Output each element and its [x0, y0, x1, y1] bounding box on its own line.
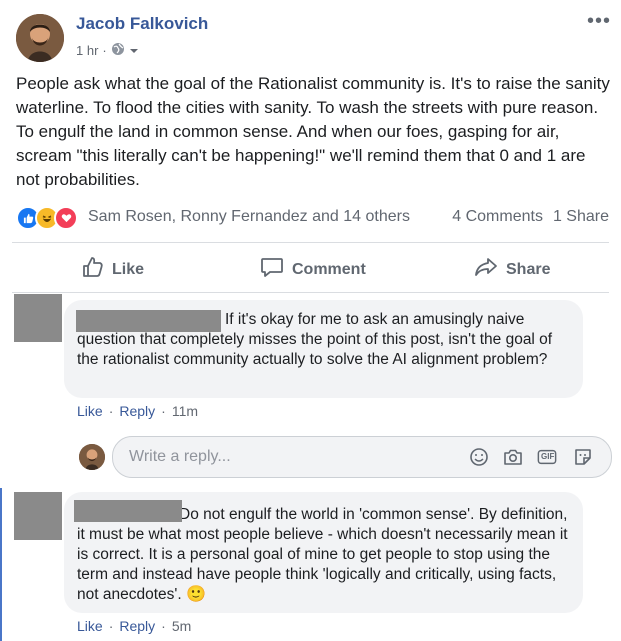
current-user-avatar[interactable]: [79, 444, 105, 470]
audience-chevron-down-icon[interactable]: [129, 43, 139, 58]
separator-dot: ·: [102, 43, 107, 58]
comments-count[interactable]: 4 Comments: [452, 208, 543, 226]
avatar-image: [16, 14, 64, 62]
comment-reply-link[interactable]: Reply: [119, 403, 155, 419]
comment-bubble: Do not engulf the world in 'common sense…: [64, 492, 583, 613]
author-name[interactable]: Jacob Falkovich: [76, 14, 208, 34]
gif-label: GIF: [541, 452, 555, 461]
post-meta: 1 hr ·: [76, 42, 139, 59]
post-text: People ask what the goal of the Rational…: [16, 74, 610, 189]
commenter-avatar-redacted[interactable]: [14, 294, 62, 342]
audience-globe-icon[interactable]: [111, 42, 125, 59]
emoji-smile-icon[interactable]: [469, 447, 489, 467]
shares-count[interactable]: 1 Share: [553, 208, 609, 226]
comment-reply-link[interactable]: Reply: [119, 618, 155, 634]
divider: [12, 242, 609, 243]
comment-time[interactable]: 5m: [172, 618, 191, 634]
comment-like-link[interactable]: Like: [77, 618, 103, 634]
comment-button[interactable]: Comment: [260, 256, 366, 283]
author-avatar[interactable]: [16, 14, 64, 62]
engagement-counts: 4 Comments 1 Share: [452, 208, 609, 226]
comment-actions: Like · Reply · 11m: [77, 403, 198, 419]
share-arrow-icon: [474, 256, 498, 283]
thread-highlight-bar: [0, 488, 2, 641]
commenter-name-redacted[interactable]: [76, 310, 221, 332]
speech-bubble-icon: [260, 256, 284, 283]
comment-button-label: Comment: [292, 260, 366, 278]
share-button-label: Share: [506, 260, 551, 278]
sticker-icon[interactable]: [573, 447, 593, 467]
separator-dot: ·: [108, 403, 114, 419]
smiley-emoji-icon: 🙂: [185, 586, 206, 603]
comment-actions: Like · Reply · 5m: [77, 618, 191, 634]
avatar-image: [79, 444, 105, 470]
comment-bubble: If it's okay for me to ask an amusingly …: [64, 300, 583, 398]
gif-icon[interactable]: GIF: [537, 447, 557, 467]
comment-like-link[interactable]: Like: [77, 403, 103, 419]
post-time[interactable]: 1 hr: [76, 43, 98, 58]
share-button[interactable]: Share: [474, 256, 550, 283]
camera-icon[interactable]: [503, 447, 523, 467]
comment-time[interactable]: 11m: [172, 403, 198, 419]
reply-input[interactable]: Write a reply... GIF: [112, 436, 612, 478]
separator-dot: ·: [161, 618, 166, 634]
commenter-avatar-redacted[interactable]: [14, 492, 62, 540]
like-button-label: Like: [112, 260, 145, 278]
like-button[interactable]: Like: [82, 256, 144, 283]
commenter-name-redacted[interactable]: [74, 500, 182, 522]
reaction-names[interactable]: Sam Rosen, Ronny Fernandez and 14 others: [88, 208, 410, 226]
divider: [12, 292, 609, 293]
love-reaction-icon: [54, 206, 78, 230]
more-options-icon[interactable]: •••: [587, 10, 611, 33]
reaction-icons[interactable]: [16, 206, 78, 230]
separator-dot: ·: [161, 403, 166, 419]
separator-dot: ·: [108, 618, 114, 634]
reply-placeholder: Write a reply...: [129, 448, 231, 465]
thumbs-up-icon: [82, 256, 104, 283]
